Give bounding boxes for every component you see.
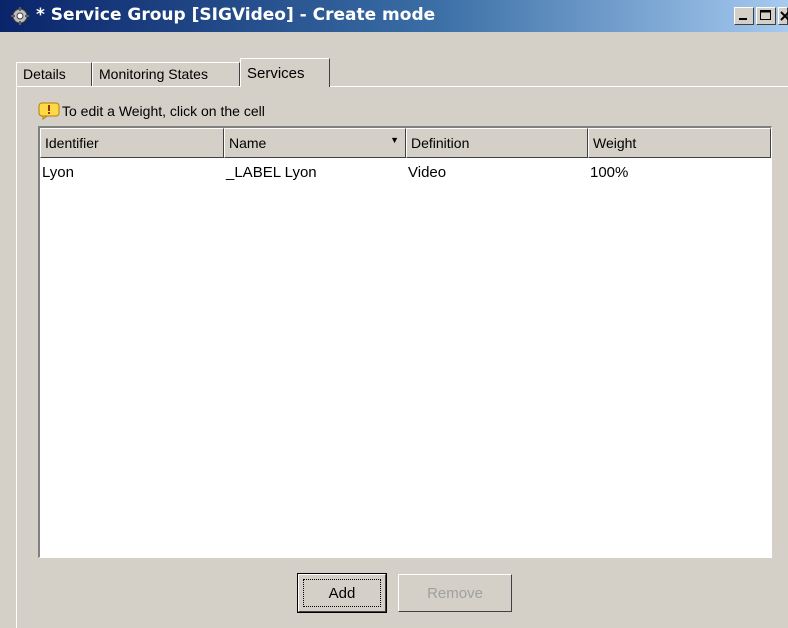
window-title: * Service Group [SIGVideo] - Create mode <box>36 5 436 25</box>
column-header-label: Name <box>229 135 267 151</box>
tab-monitoring-states-label: Monitoring States <box>99 66 208 82</box>
remove-button[interactable]: Remove <box>398 574 512 612</box>
table-header: Identifier Name ▼ Definition Weight <box>40 128 771 158</box>
column-header-identifier[interactable]: Identifier <box>40 128 224 158</box>
tab-details[interactable]: Details <box>16 62 92 86</box>
services-table[interactable]: Identifier Name ▼ Definition Weight Lyon… <box>38 126 772 558</box>
column-header-label: Identifier <box>45 135 99 151</box>
maximize-icon <box>760 10 771 20</box>
minimize-icon <box>739 18 747 20</box>
column-header-weight[interactable]: Weight <box>588 128 771 158</box>
sort-descending-icon: ▼ <box>390 135 399 145</box>
tab-monitoring-states[interactable]: Monitoring States <box>92 62 240 86</box>
service-group-icon <box>11 7 29 25</box>
column-header-name[interactable]: Name ▼ <box>224 128 406 158</box>
column-header-definition[interactable]: Definition <box>406 128 588 158</box>
minimize-button[interactable] <box>734 7 754 25</box>
service-group-window: * Service Group [SIGVideo] - Create mode… <box>0 0 788 628</box>
close-button[interactable] <box>778 7 788 25</box>
tab-services[interactable]: Services <box>240 58 330 87</box>
info-bulb-icon <box>38 102 60 120</box>
close-icon <box>780 11 788 21</box>
focus-rectangle <box>303 579 381 607</box>
cell-weight[interactable]: 100% <box>590 164 628 181</box>
column-header-label: Weight <box>593 135 637 151</box>
column-header-label: Definition <box>411 135 470 151</box>
remove-button-label: Remove <box>427 585 483 602</box>
edit-hint-text: To edit a Weight, click on the cell <box>62 103 265 119</box>
cell-definition[interactable]: Video <box>408 164 446 181</box>
title-bar[interactable]: * Service Group [SIGVideo] - Create mode <box>0 0 788 32</box>
table-row[interactable]: Lyon _LABEL Lyon Video 100% <box>40 160 771 184</box>
cell-name[interactable]: _LABEL Lyon <box>226 164 317 181</box>
maximize-button[interactable] <box>756 7 776 25</box>
add-button[interactable]: Add <box>297 573 387 613</box>
cell-identifier[interactable]: Lyon <box>42 164 74 181</box>
tab-details-label: Details <box>23 66 66 82</box>
tab-services-label: Services <box>247 65 305 82</box>
